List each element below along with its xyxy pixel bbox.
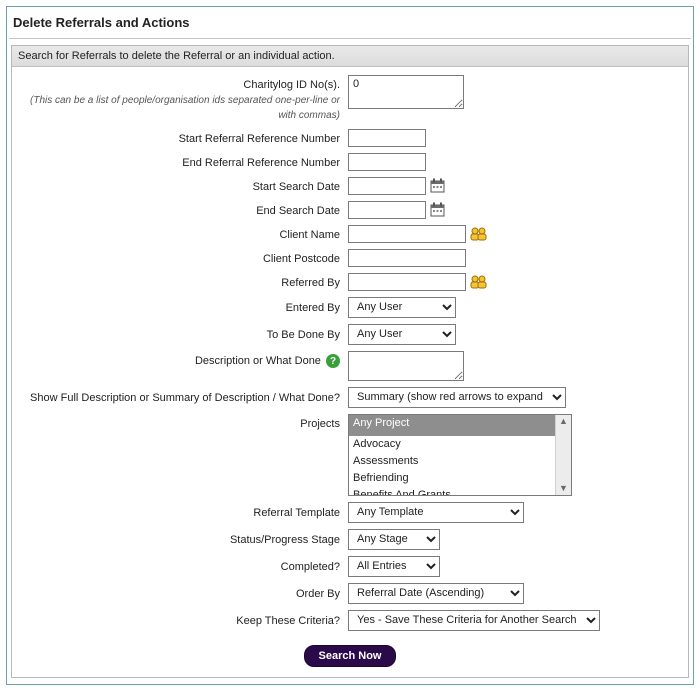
list-item[interactable]: Benefits And Grants <box>349 487 571 496</box>
panel-header: Search for Referrals to delete the Refer… <box>12 46 688 67</box>
completed-select[interactable]: All Entries <box>348 556 440 577</box>
label-end-ref: End Referral Reference Number <box>18 153 348 171</box>
help-icon[interactable]: ? <box>326 354 340 368</box>
label-description-text: Description or What Done <box>195 355 321 367</box>
row-keep-criteria: Keep These Criteria? Yes - Save These Cr… <box>18 610 682 631</box>
start-ref-input[interactable] <box>348 129 426 147</box>
label-ids: Charitylog ID No(s). (This can be a list… <box>18 75 348 123</box>
listbox-scrollbar[interactable]: ▲ ▼ <box>555 415 571 495</box>
label-projects: Projects <box>18 414 348 432</box>
entered-by-select[interactable]: Any User <box>348 297 456 318</box>
status-stage-select[interactable]: Any Stage <box>348 529 440 550</box>
referred-by-input[interactable] <box>348 273 466 291</box>
list-item[interactable]: Assessments <box>349 453 571 470</box>
row-referred-by: Referred By <box>18 273 682 291</box>
row-status-stage: Status/Progress Stage Any Stage <box>18 529 682 550</box>
referral-template-select[interactable]: Any Template <box>348 502 524 523</box>
label-completed: Completed? <box>18 557 348 575</box>
client-postcode-input[interactable] <box>348 249 466 267</box>
page-title: Delete Referrals and Actions <box>7 7 693 38</box>
scroll-up-icon[interactable]: ▲ <box>559 417 568 426</box>
label-start-ref: Start Referral Reference Number <box>18 129 348 147</box>
label-client-postcode: Client Postcode <box>18 249 348 267</box>
calendar-icon[interactable] <box>430 178 445 193</box>
row-client-postcode: Client Postcode <box>18 249 682 267</box>
label-keep-criteria: Keep These Criteria? <box>18 611 348 629</box>
search-now-button[interactable]: Search Now <box>304 645 397 667</box>
label-order-by: Order By <box>18 584 348 602</box>
label-ids-text: Charitylog ID No(s). <box>243 79 340 91</box>
label-ids-hint: (This can be a list of people/organisati… <box>30 95 340 121</box>
label-status-stage: Status/Progress Stage <box>18 530 348 548</box>
page-frame: Delete Referrals and Actions Search for … <box>6 6 694 685</box>
row-full-desc: Show Full Description or Summary of Desc… <box>18 387 682 408</box>
label-full-desc: Show Full Description or Summary of Desc… <box>18 388 348 406</box>
row-client-name: Client Name <box>18 225 682 243</box>
row-to-be-done-by: To Be Done By Any User <box>18 324 682 345</box>
form-area: Charitylog ID No(s). (This can be a list… <box>12 67 688 677</box>
projects-listbox[interactable]: Any Project Advocacy Assessments Befrien… <box>348 414 572 496</box>
row-projects: Projects Any Project Advocacy Assessment… <box>18 414 682 496</box>
row-description: Description or What Done ? <box>18 351 682 381</box>
divider <box>9 38 691 39</box>
row-order-by: Order By Referral Date (Ascending) <box>18 583 682 604</box>
row-completed: Completed? All Entries <box>18 556 682 577</box>
people-lookup-icon[interactable] <box>470 274 488 290</box>
to-be-done-by-select[interactable]: Any User <box>348 324 456 345</box>
order-by-select[interactable]: Referral Date (Ascending) <box>348 583 524 604</box>
row-start-ref: Start Referral Reference Number <box>18 129 682 147</box>
start-date-input[interactable] <box>348 177 426 195</box>
label-entered-by: Entered By <box>18 298 348 316</box>
row-end-date: End Search Date <box>18 201 682 219</box>
label-description: Description or What Done ? <box>18 351 348 369</box>
end-date-input[interactable] <box>348 201 426 219</box>
calendar-icon[interactable] <box>430 202 445 217</box>
list-item[interactable]: Any Project <box>349 415 571 436</box>
label-referral-template: Referral Template <box>18 503 348 521</box>
client-name-input[interactable] <box>348 225 466 243</box>
button-row: Search Now <box>18 645 682 667</box>
label-referred-by: Referred By <box>18 273 348 291</box>
row-ids: Charitylog ID No(s). (This can be a list… <box>18 75 682 123</box>
row-start-date: Start Search Date <box>18 177 682 195</box>
people-lookup-icon[interactable] <box>470 226 488 242</box>
row-entered-by: Entered By Any User <box>18 297 682 318</box>
label-end-date: End Search Date <box>18 201 348 219</box>
description-textarea[interactable] <box>348 351 464 381</box>
list-item[interactable]: Befriending <box>349 470 571 487</box>
row-end-ref: End Referral Reference Number <box>18 153 682 171</box>
ids-textarea[interactable]: 0 <box>348 75 464 109</box>
label-start-date: Start Search Date <box>18 177 348 195</box>
scroll-down-icon[interactable]: ▼ <box>559 484 568 493</box>
label-to-be-done-by: To Be Done By <box>18 325 348 343</box>
search-panel: Search for Referrals to delete the Refer… <box>11 45 689 678</box>
keep-criteria-select[interactable]: Yes - Save These Criteria for Another Se… <box>348 610 600 631</box>
row-referral-template: Referral Template Any Template <box>18 502 682 523</box>
end-ref-input[interactable] <box>348 153 426 171</box>
label-client-name: Client Name <box>18 225 348 243</box>
list-item[interactable]: Advocacy <box>349 436 571 453</box>
full-desc-select[interactable]: Summary (show red arrows to expand text) <box>348 387 566 408</box>
